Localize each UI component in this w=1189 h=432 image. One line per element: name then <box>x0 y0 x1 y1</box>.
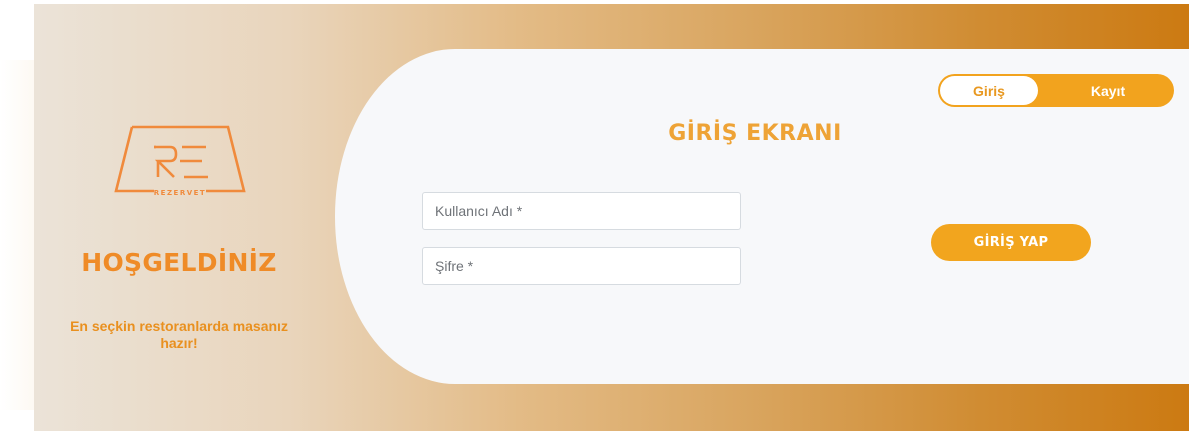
tab-login[interactable]: Giriş <box>940 76 1038 105</box>
logo-wordmark: REZERVET <box>154 189 206 197</box>
password-input[interactable] <box>422 247 741 285</box>
welcome-subtitle: En seçkin restoranlarda masanız hazır! <box>70 318 288 351</box>
welcome-heading: HOŞGELDİNİZ <box>81 248 277 277</box>
login-form-title: GİRİŞ EKRANI <box>668 121 842 146</box>
tab-login-label: Giriş <box>973 82 1005 99</box>
left-edge-highlight <box>0 60 34 410</box>
tab-register[interactable]: Kayıt <box>1042 74 1174 107</box>
tab-register-label: Kayıt <box>1090 82 1126 99</box>
auth-mode-toggle: Giriş Kayıt <box>938 74 1174 107</box>
username-input[interactable] <box>422 192 741 230</box>
login-button[interactable]: GİRİŞ YAP <box>931 224 1091 261</box>
rezervet-logo: REZERVET <box>114 125 246 197</box>
